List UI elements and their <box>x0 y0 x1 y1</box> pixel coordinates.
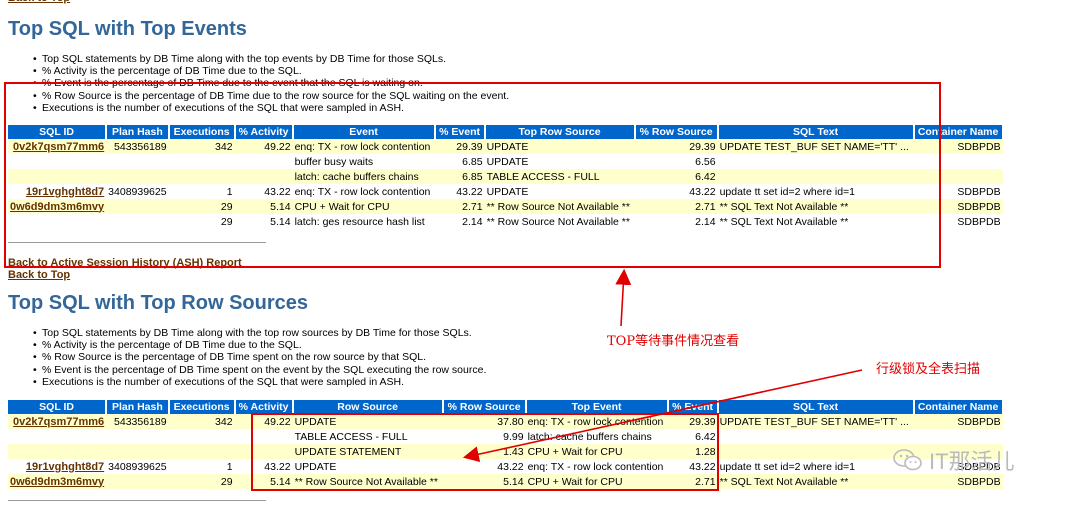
wechat-icon <box>893 448 923 472</box>
arrow-up-to-box <box>615 268 632 327</box>
annotation-arrows <box>462 268 863 463</box>
arrow-to-row-source <box>462 369 863 463</box>
watermark: IT那活儿 <box>893 444 1015 476</box>
watermark-text: IT那活儿 <box>929 449 1015 474</box>
